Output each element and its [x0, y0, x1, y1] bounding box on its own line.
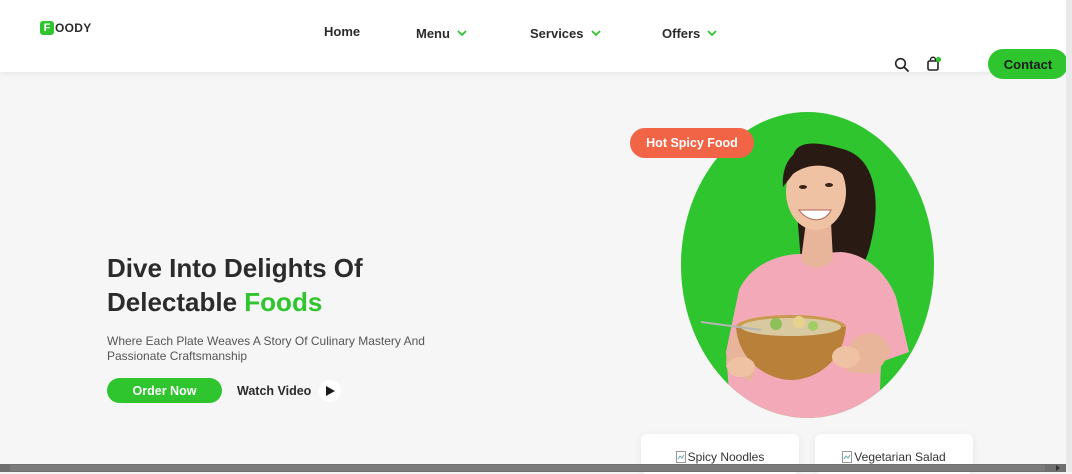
broken-image-icon [842, 451, 853, 463]
food-card-alt-text: Spicy Noodles [687, 450, 765, 464]
hero-title-accent: Foods [244, 287, 323, 317]
nav-offers[interactable]: Offers [662, 26, 718, 41]
nav-home[interactable]: Home [324, 24, 360, 39]
logo-text: OODY [55, 21, 92, 35]
food-card-image: Vegetarian Salad [815, 450, 973, 464]
play-icon [326, 385, 336, 396]
nav-menu-label: Menu [416, 26, 450, 41]
horizontal-scrollbar-thumb[interactable] [10, 465, 1045, 471]
watch-video-button[interactable]: Watch Video [237, 378, 342, 403]
nav-services-label: Services [530, 26, 584, 41]
scroll-right-arrow-icon[interactable] [1056, 465, 1060, 471]
play-button[interactable] [319, 379, 342, 402]
chevron-down-icon [590, 29, 601, 36]
watch-video-label: Watch Video [237, 383, 312, 398]
hero-title-line1: Dive Into Delights Of [107, 253, 363, 283]
logo-mark: F [40, 21, 54, 35]
vertical-scrollbar[interactable] [1066, 0, 1072, 472]
shopping-bag-icon[interactable] [926, 56, 942, 72]
page: F OODY Home Menu Services Offers Contact… [0, 0, 1068, 474]
hero-subtitle: Where Each Plate Weaves A Story Of Culin… [107, 334, 425, 363]
contact-button[interactable]: Contact [988, 49, 1068, 79]
hero-title: Dive Into Delights Of Delectable Foods [107, 251, 487, 319]
hot-spicy-food-badge: Hot Spicy Food [630, 128, 754, 158]
chevron-down-icon [457, 29, 467, 36]
food-card-alt-text: Vegetarian Salad [854, 450, 946, 464]
order-now-button[interactable]: Order Now [107, 378, 222, 403]
hero-title-line2: Delectable Foods [107, 285, 487, 319]
nav-offers-label: Offers [662, 26, 701, 41]
nav-services[interactable]: Services [530, 26, 602, 41]
food-card-image: Spicy Noodles [641, 450, 799, 464]
chevron-down-icon [707, 29, 717, 36]
nav-home-label: Home [324, 24, 361, 39]
horizontal-scrollbar[interactable] [0, 464, 1066, 472]
logo[interactable]: F OODY [40, 21, 92, 35]
hero-title-prefix: Delectable [107, 287, 245, 317]
nav-menu[interactable]: Menu [416, 26, 468, 41]
broken-image-icon [675, 451, 686, 463]
search-icon[interactable] [894, 57, 910, 73]
